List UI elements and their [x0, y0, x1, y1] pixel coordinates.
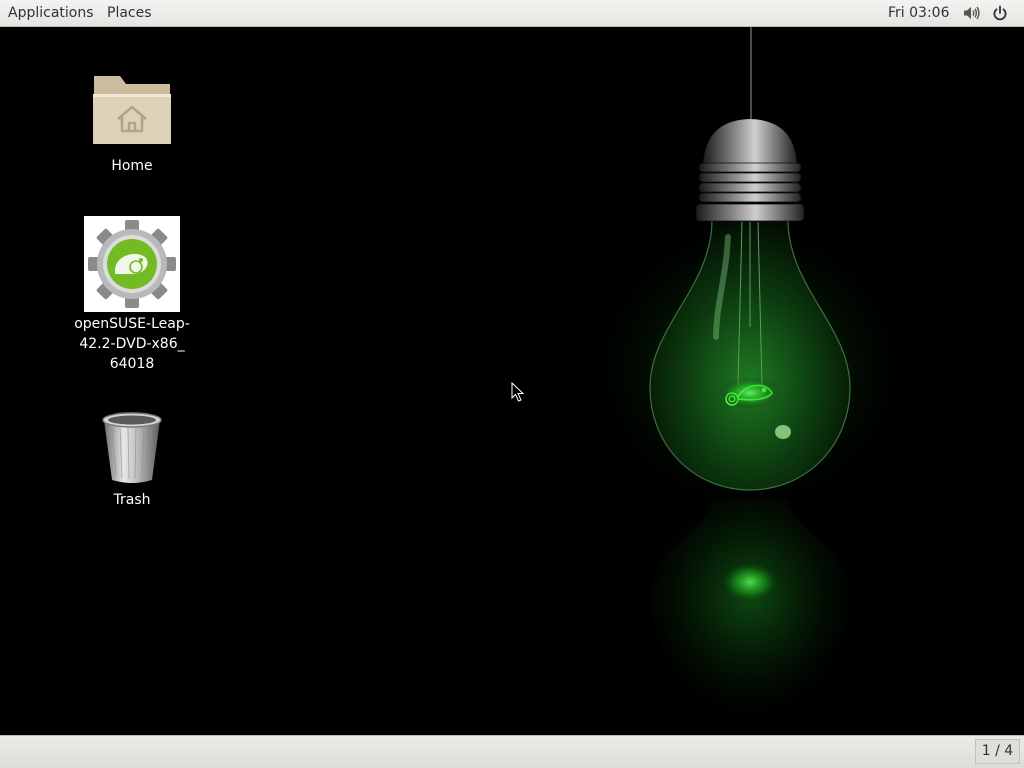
- desktop-icon-opensuse-dvd-label: openSUSE-Leap- 42.2-DVD-x86_ 64018: [74, 316, 190, 372]
- desktop-icon-trash-label: Trash: [113, 492, 151, 508]
- desktop[interactable]: Home openSUSE-Leap- 42.2-DVD-x86_ 64018 …: [0, 27, 1024, 735]
- speaker-volume-icon[interactable]: [963, 5, 980, 21]
- top-bar: Applications Places Fri 03:06: [0, 0, 1024, 27]
- screen: Applications Places Fri 03:06 Home openS…: [0, 0, 1024, 768]
- desktop-icon-trash[interactable]: Trash: [67, 410, 197, 510]
- workspace-indicator[interactable]: 1 / 4: [975, 739, 1020, 764]
- bottom-bar: 1 / 4: [0, 735, 1024, 768]
- places-menu[interactable]: Places: [107, 0, 152, 26]
- desktop-icon-opensuse-dvd[interactable]: openSUSE-Leap- 42.2-DVD-x86_ 64018: [67, 216, 197, 374]
- applications-menu[interactable]: Applications: [8, 0, 94, 26]
- mouse-cursor-icon: [511, 382, 525, 402]
- desktop-icon-home-label: Home: [111, 158, 153, 174]
- desktop-icon-home[interactable]: Home: [67, 74, 197, 176]
- clock[interactable]: Fri 03:06: [888, 0, 949, 26]
- home-folder-icon: [93, 76, 171, 144]
- trash-icon: [102, 412, 162, 483]
- opensuse-installer-icon: [84, 216, 180, 312]
- power-icon[interactable]: [992, 5, 1008, 21]
